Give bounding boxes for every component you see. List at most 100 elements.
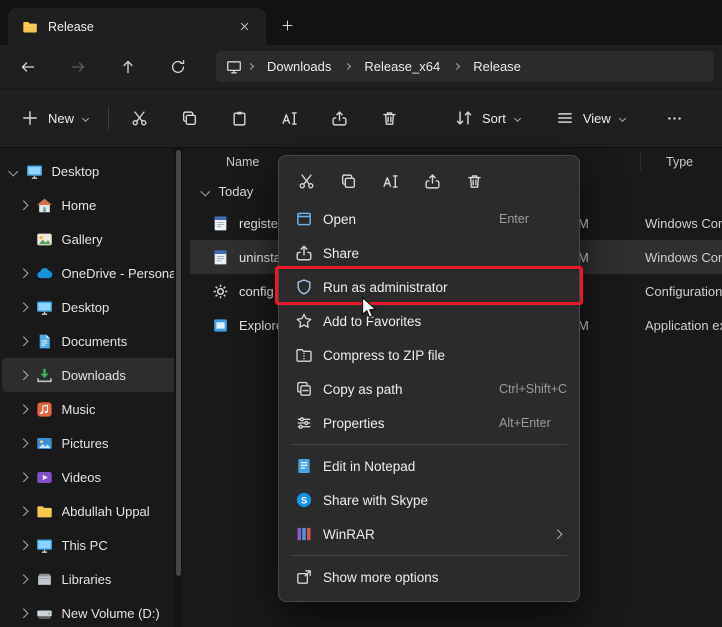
- forward-button[interactable]: [62, 52, 94, 82]
- menu-item-label: Compress to ZIP file: [323, 348, 445, 363]
- sort-button-label: Sort: [482, 111, 506, 126]
- more-options-icon: [295, 568, 313, 586]
- menu-item-shortcut: Enter: [499, 212, 529, 226]
- view-button[interactable]: View: [545, 101, 636, 135]
- folder-icon: [22, 19, 38, 35]
- more-options-button[interactable]: [654, 100, 696, 136]
- open-icon: [295, 210, 313, 228]
- paste-button[interactable]: [218, 100, 260, 136]
- menu-item-edit-in-notepad[interactable]: Edit in Notepad: [284, 449, 574, 483]
- chevron-right-icon[interactable]: [19, 540, 28, 549]
- plus-icon: [21, 109, 39, 127]
- sidebar-item-home[interactable]: Home: [2, 188, 178, 222]
- delete-button[interactable]: [368, 100, 410, 136]
- menu-item-add-to-favorites[interactable]: Add to Favorites: [284, 304, 574, 338]
- sort-button[interactable]: Sort: [444, 101, 531, 135]
- menu-item-label: Edit in Notepad: [323, 459, 415, 474]
- notepad-icon: [295, 457, 313, 475]
- chevron-right-icon[interactable]: [19, 506, 28, 515]
- chevron-right-icon[interactable]: [19, 336, 28, 345]
- menu-item-share-with-skype[interactable]: S Share with Skype: [284, 483, 574, 517]
- menu-item-label: Share: [323, 246, 359, 261]
- copy-icon[interactable]: [331, 165, 365, 197]
- menu-item-properties[interactable]: Properties Alt+Enter: [284, 406, 574, 440]
- menu-separator: [291, 444, 567, 445]
- sidebar-item-gallery[interactable]: Gallery: [2, 222, 178, 256]
- sidebar-item-label: Libraries: [62, 572, 112, 587]
- chevron-right-icon[interactable]: [19, 404, 28, 413]
- chevron-right-icon[interactable]: [19, 302, 28, 311]
- tab-title: Release: [48, 20, 94, 34]
- chevron-right-icon: [344, 63, 351, 70]
- column-divider[interactable]: [640, 153, 641, 171]
- column-header-name[interactable]: Name: [190, 155, 259, 169]
- chevron-right-icon[interactable]: [19, 438, 28, 447]
- cut-icon[interactable]: [289, 165, 323, 197]
- menu-item-share[interactable]: Share: [284, 236, 574, 270]
- refresh-button[interactable]: [162, 52, 194, 82]
- share-button[interactable]: [318, 100, 360, 136]
- context-menu-icon-row: [279, 160, 579, 202]
- navigation-pane: Desktop Home Gallery OneDrive - Personal: [0, 148, 182, 627]
- sidebar-item-videos[interactable]: Videos: [2, 460, 178, 494]
- sidebar-item-libraries[interactable]: Libraries: [2, 562, 178, 596]
- menu-item-shortcut: Ctrl+Shift+C: [499, 382, 567, 396]
- chevron-right-icon[interactable]: [19, 608, 28, 617]
- skype-icon: S: [295, 491, 313, 509]
- breadcrumb-downloads[interactable]: Downloads: [259, 56, 339, 77]
- chevron-right-icon[interactable]: [19, 200, 28, 209]
- winrar-icon: [295, 525, 313, 543]
- sidebar-item-label: Pictures: [62, 436, 109, 451]
- navigation-bar: Downloads Release_x64 Release: [0, 45, 722, 88]
- address-bar[interactable]: Downloads Release_x64 Release: [216, 51, 714, 82]
- menu-item-show-more-options[interactable]: Show more options: [284, 560, 574, 594]
- breadcrumb-release-x64[interactable]: Release_x64: [356, 56, 448, 77]
- menu-item-label: Properties: [323, 416, 385, 431]
- menu-item-label: Add to Favorites: [323, 314, 421, 329]
- chevron-down-icon[interactable]: [201, 186, 210, 195]
- sidebar-item-this-pc[interactable]: This PC: [2, 528, 178, 562]
- sidebar-item-desktop[interactable]: Desktop: [2, 290, 178, 324]
- sidebar-item-desktop-pinned[interactable]: Desktop: [2, 154, 178, 188]
- menu-item-winrar[interactable]: WinRAR: [284, 517, 574, 551]
- sidebar-item-label: Desktop: [62, 300, 110, 315]
- home-icon: [36, 197, 53, 214]
- scrollbar-thumb[interactable]: [176, 150, 181, 576]
- sidebar-item-music[interactable]: Music: [2, 392, 178, 426]
- column-header-type[interactable]: Type: [666, 155, 693, 169]
- menu-item-copy-as-path[interactable]: Copy as path Ctrl+Shift+C: [284, 372, 574, 406]
- menu-item-open[interactable]: Open Enter: [284, 202, 574, 236]
- tab-release[interactable]: Release: [8, 8, 266, 45]
- chevron-right-icon[interactable]: [19, 370, 28, 379]
- sidebar-item-user-folder[interactable]: Abdullah Uppal: [2, 494, 178, 528]
- sidebar-item-onedrive[interactable]: OneDrive - Personal: [2, 256, 178, 290]
- this-pc-icon: [226, 59, 242, 75]
- up-button[interactable]: [112, 52, 144, 82]
- this-pc-icon: [36, 537, 53, 554]
- menu-item-run-as-administrator[interactable]: Run as administrator: [284, 270, 574, 304]
- back-button[interactable]: [12, 52, 44, 82]
- rename-icon[interactable]: [373, 165, 407, 197]
- sidebar-item-documents[interactable]: Documents: [2, 324, 178, 358]
- menu-item-compress-to-zip[interactable]: Compress to ZIP file: [284, 338, 574, 372]
- chevron-right-icon[interactable]: [19, 574, 28, 583]
- chevron-right-icon[interactable]: [19, 268, 28, 277]
- delete-icon[interactable]: [457, 165, 491, 197]
- sidebar-item-pictures[interactable]: Pictures: [2, 426, 178, 460]
- chevron-right-icon[interactable]: [19, 472, 28, 481]
- sidebar-item-new-volume-d[interactable]: New Volume (D:): [2, 596, 178, 627]
- new-tab-button[interactable]: [274, 12, 300, 38]
- breadcrumb-release[interactable]: Release: [465, 56, 529, 77]
- application-file-icon: [212, 317, 229, 334]
- copy-button[interactable]: [168, 100, 210, 136]
- config-file-icon: [212, 283, 229, 300]
- sidebar-scrollbar[interactable]: [174, 148, 182, 627]
- sidebar-item-downloads[interactable]: Downloads: [2, 358, 178, 392]
- cut-button[interactable]: [118, 100, 160, 136]
- toolbar-divider: [108, 106, 109, 130]
- new-button[interactable]: New: [10, 101, 99, 135]
- tab-close-icon[interactable]: [232, 15, 256, 39]
- share-icon[interactable]: [415, 165, 449, 197]
- rename-button[interactable]: [268, 100, 310, 136]
- chevron-down-icon[interactable]: [9, 166, 18, 175]
